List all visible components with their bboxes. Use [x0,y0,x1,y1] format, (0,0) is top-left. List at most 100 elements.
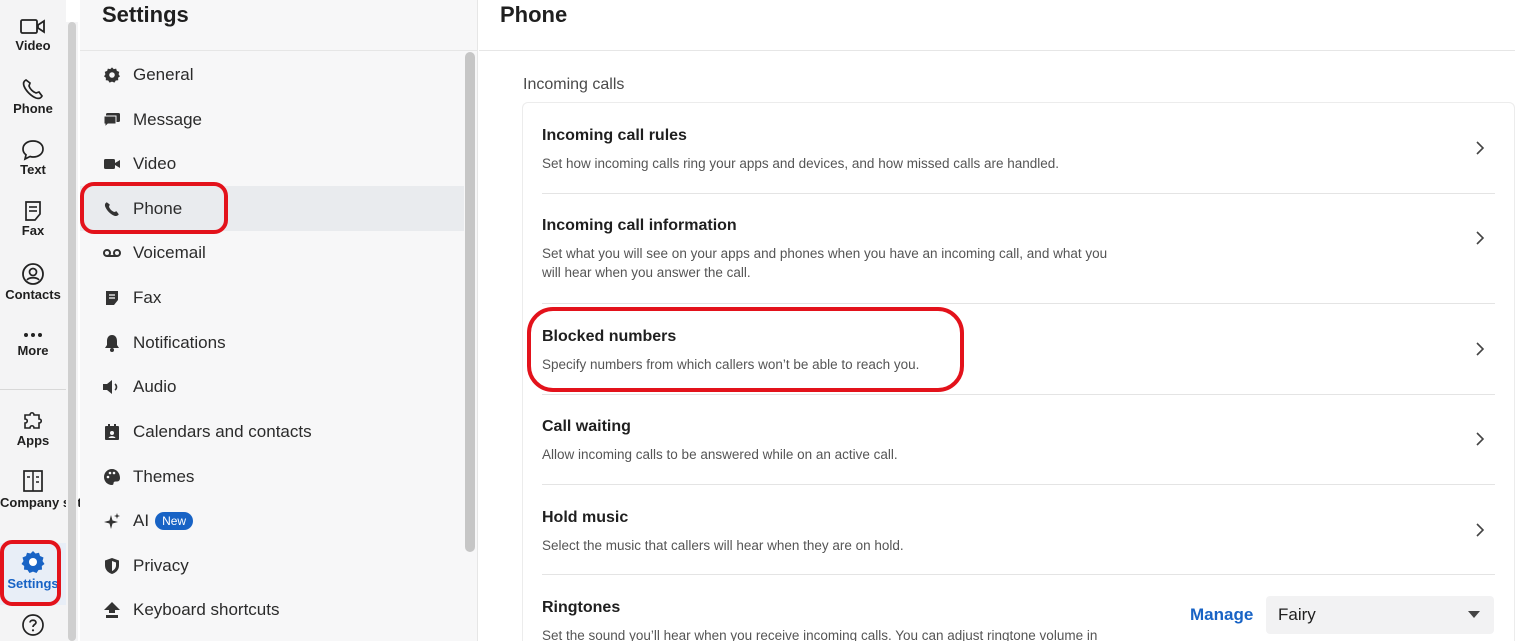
company-icon [23,470,43,492]
hold-music-row[interactable]: Hold music Select the music that callers… [542,509,1495,555]
row-title: Blocked numbers [542,328,677,345]
row-description-line: Set what you will see on your apps and p… [542,246,1108,261]
section-label: Incoming calls [523,76,625,93]
manage-ringtones-link[interactable]: Manage [1190,605,1253,625]
message-icon [102,110,122,130]
row-description: Select the music that callers will hear … [542,538,904,553]
settings-item-message[interactable]: Message [80,97,464,142]
chevron-right-icon [1476,342,1485,356]
row-description-line: will hear when you answer the call. [542,265,751,280]
rail-label: Text [20,162,46,177]
settings-item-label: Notifications [133,332,226,352]
chevron-right-icon [1476,141,1485,155]
chat-bubble-icon [22,140,44,161]
voicemail-icon [102,243,122,263]
divider [542,484,1495,485]
ringtone-select[interactable]: Fairy [1266,596,1494,634]
incoming-call-rules-row[interactable]: Incoming call rules Set how incoming cal… [542,127,1495,173]
settings-item-label: AI [133,510,150,530]
settings-item-audio[interactable]: Audio [80,364,464,409]
bell-icon [102,333,122,353]
settings-title: Settings [102,2,189,27]
row-description: Set what you will see on your apps and p… [542,244,1495,282]
settings-item-label: Audio [133,376,177,396]
page-title: Phone [500,2,568,27]
divider [80,50,478,51]
main-content: Phone Incoming calls Incoming call rules… [479,0,1515,641]
settings-item-label: Calendars and contacts [133,421,312,441]
settings-item-label: Privacy [133,555,189,575]
gear-icon [21,551,45,573]
settings-scrollbar[interactable] [465,52,475,552]
settings-item-privacy[interactable]: Privacy [80,543,464,588]
divider [542,574,1495,575]
row-title: Hold music [542,509,629,526]
rail-item-fax[interactable]: Fax [0,200,66,238]
rail-item-phone[interactable]: Phone [0,78,66,116]
rail-item-more[interactable]: More [0,328,66,358]
divider [542,193,1495,194]
fax-icon [102,288,122,308]
call-waiting-row[interactable]: Call waiting Allow incoming calls to be … [542,418,1495,464]
gear-icon [102,65,122,85]
rail-label: Apps [16,433,50,448]
help-icon [22,614,44,636]
rail-item-apps[interactable]: Apps [0,408,66,448]
rail-item-text[interactable]: Text [0,139,66,177]
rail-label: Video [15,38,51,53]
shield-icon [102,556,122,576]
divider [542,303,1495,304]
settings-item-general[interactable]: General [80,52,464,97]
chevron-right-icon [1476,523,1485,537]
rail-label: Fax [21,223,45,238]
settings-item-calendars-and-contacts[interactable]: Calendars and contacts [80,409,464,454]
row-title: Call waiting [542,418,631,435]
settings-item-label: Keyboard shortcuts [133,599,280,619]
row-description: Allow incoming calls to be answered whil… [542,447,898,462]
settings-item-video[interactable]: Video [80,141,464,186]
settings-item-themes[interactable]: Themes [80,454,464,499]
chevron-right-icon [1476,231,1485,245]
speaker-icon [102,377,122,397]
rail-item-settings[interactable]: Settings [0,543,66,605]
rail-label: More [17,343,49,358]
settings-item-label: Fax [133,287,162,307]
app-rail: Video Phone Text Fax Contacts More Apps … [0,0,113,641]
rail-label: Settings [7,576,59,591]
settings-item-keyboard-shortcuts[interactable]: Keyboard shortcuts [80,587,464,632]
row-description: Set how incoming calls ring your apps an… [542,156,1060,171]
rail-item-company-settings[interactable]: Company settings [0,469,113,511]
rail-divider [0,389,66,390]
row-description: Specify numbers from which callers won’t… [542,357,920,372]
settings-panel: Settings General Message Video Phone Voi… [80,0,478,641]
settings-item-voicemail[interactable]: Voicemail [80,230,464,275]
rail-scrollbar[interactable] [66,22,78,641]
phone-icon [102,199,122,219]
new-badge: New [155,511,194,530]
settings-item-label: Message [133,109,202,129]
settings-item-fax[interactable]: Fax [80,275,464,320]
phone-icon [22,79,43,100]
settings-item-label: General [133,64,194,84]
caret-down-icon [1468,611,1480,618]
row-title: Ringtones [542,599,621,616]
more-icon [24,333,42,337]
settings-item-label: Voicemail [133,242,206,262]
ringtones-row: Ringtones Set the sound you’ll hear when… [542,599,1162,641]
settings-item-phone[interactable]: Phone [80,186,464,231]
contacts-icon [22,263,44,285]
calendar-icon [102,422,122,442]
fax-icon [25,201,41,221]
palette-icon [102,467,122,487]
divider [479,50,1515,51]
blocked-numbers-row[interactable]: Blocked numbers Specify numbers from whi… [542,328,1495,374]
settings-item-ai[interactable]: AI New [80,498,464,543]
rail-item-video[interactable]: Video [0,17,66,53]
settings-item-notifications[interactable]: Notifications [80,320,464,365]
rail-label: Contacts [5,287,61,302]
incoming-call-information-row[interactable]: Incoming call information Set what you w… [542,217,1495,282]
rail-item-contacts[interactable]: Contacts [0,262,66,302]
rail-item-help[interactable] [0,613,66,637]
row-description: Set the sound you’ll hear when you recei… [542,628,1098,641]
divider [542,394,1495,395]
